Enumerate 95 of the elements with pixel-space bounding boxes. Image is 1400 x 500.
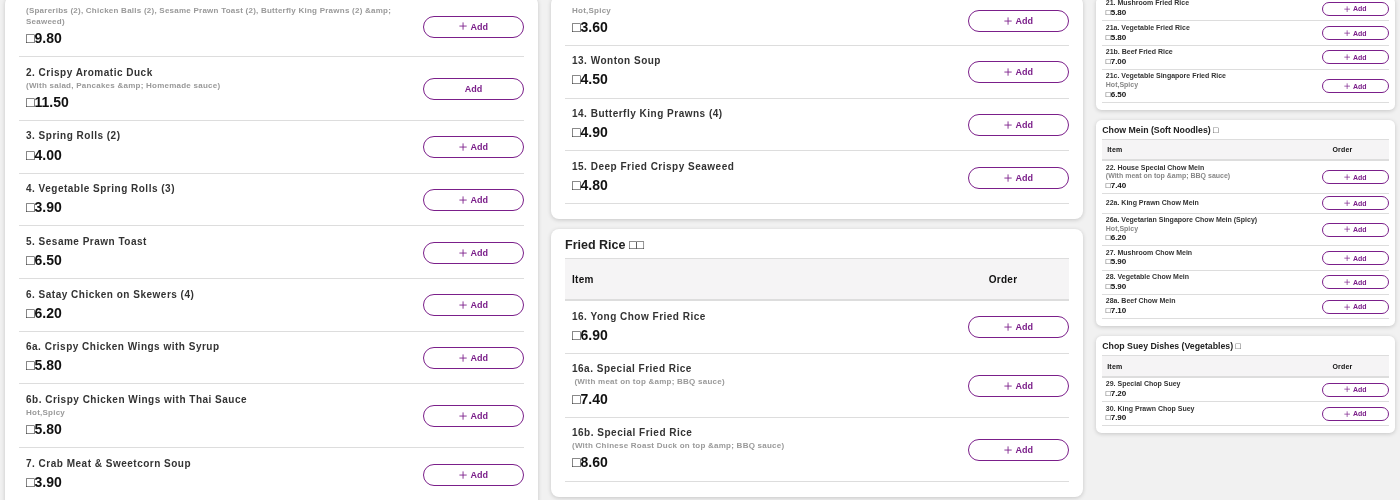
plus-icon — [1344, 303, 1351, 310]
item-price: □3.90 — [26, 472, 63, 492]
item-name: 2. Crispy Aromatic Duck — [26, 65, 154, 80]
plus-icon — [1004, 120, 1013, 129]
item-name: 15. Deep Fried Crispy Seaweed — [572, 159, 735, 174]
plus-icon — [1004, 381, 1013, 390]
item-name: 13. Wonton Soup — [572, 54, 661, 69]
item-price: □4.50 — [572, 70, 609, 90]
item-price: □5.90 — [1105, 257, 1128, 268]
add-button[interactable]: Add — [423, 347, 524, 370]
item-name: 6b. Crispy Chicken Wings with Thai Sauce — [26, 392, 248, 407]
item-name: 7. Crab Meat & Sweetcorn Soup — [26, 456, 192, 471]
item-price: □7.00 — [1105, 56, 1128, 67]
add-button[interactable]: Add — [968, 166, 1069, 189]
plus-icon — [1344, 410, 1351, 418]
item-price: □6.20 — [26, 303, 63, 323]
item-price: □7.10 — [1105, 306, 1128, 317]
item-price: □4.80 — [572, 175, 609, 195]
item-price: □7.40 — [572, 389, 609, 409]
item-price: □5.80 — [1105, 8, 1128, 19]
plus-icon — [1004, 173, 1013, 182]
item-price: □3.90 — [26, 198, 63, 218]
plus-icon — [1344, 200, 1351, 207]
add-button[interactable]: Add — [968, 113, 1069, 136]
add-button[interactable]: Add — [423, 294, 524, 317]
item-name: 16b. Special Fried Rice — [572, 426, 694, 441]
item-description: (With meat on top &amp; BBQ sauce) — [573, 376, 725, 388]
add-button[interactable]: Add — [423, 15, 524, 38]
plus-icon — [459, 353, 468, 363]
item-description: (With salad, Pancakes &amp; Homemade sauce) — [26, 79, 221, 91]
item-price: □5.90 — [1105, 281, 1128, 292]
plus-icon — [459, 22, 468, 31]
plus-icon — [1344, 5, 1351, 12]
column-header: Item — [572, 273, 594, 285]
plus-icon — [1344, 30, 1351, 37]
add-button[interactable]: Add — [968, 61, 1069, 84]
item-name: 5. Sesame Prawn Toast — [26, 234, 147, 249]
add-button[interactable]: Add — [423, 463, 524, 486]
item-price: □11.50 — [26, 92, 70, 112]
item-name: 6. Satay Chicken on Skewers (4) — [26, 287, 195, 302]
item-price: □7.40 — [1105, 180, 1128, 191]
plus-icon — [1344, 174, 1351, 181]
plus-icon — [1004, 68, 1013, 77]
add-button[interactable]: Add — [423, 188, 524, 211]
plus-icon — [1344, 279, 1351, 286]
item-price: □6.90 — [572, 325, 609, 345]
add-button[interactable]: Add — [423, 241, 524, 264]
item-price: □7.90 — [1105, 413, 1128, 424]
plus-icon — [1344, 82, 1351, 90]
item-name: 14. Butterfly King Prawns (4) — [572, 107, 723, 122]
item-price: □4.90 — [572, 123, 609, 143]
plus-icon — [1004, 323, 1013, 332]
add-button[interactable]: Add — [423, 77, 524, 100]
plus-icon — [1344, 254, 1351, 262]
add-button[interactable]: Add — [423, 136, 524, 159]
item-price: □5.80 — [1105, 32, 1128, 43]
item-price: □6.50 — [26, 250, 63, 270]
item-name: 6a. Crispy Chicken Wings with Syrup — [26, 340, 220, 355]
add-button[interactable]: Add — [968, 374, 1069, 397]
add-button[interactable]: Add — [968, 9, 1069, 32]
add-button[interactable]: Add — [968, 316, 1069, 339]
section-title: Chow Mein (Soft Noodles) □ — [1102, 123, 1220, 137]
column-header: Order — [987, 273, 1019, 285]
plus-icon — [1344, 226, 1351, 233]
item-price: □3.60 — [572, 17, 609, 37]
section-title: Chop Suey Dishes (Vegetables) □ — [1102, 340, 1242, 354]
item-description: (With Chinese Roast Duck on top &amp; BBQ sauce) — [572, 440, 785, 452]
plus-icon — [459, 301, 468, 310]
item-price: □6.50 — [1105, 89, 1128, 100]
item-price: □5.80 — [26, 356, 63, 376]
plus-icon — [459, 412, 468, 421]
plus-icon — [1344, 386, 1351, 393]
item-price: □7.20 — [1105, 389, 1128, 400]
plus-icon — [1004, 445, 1013, 454]
add-button[interactable]: Add — [423, 405, 524, 428]
item-price: □6.20 — [1105, 233, 1128, 244]
plus-icon — [459, 195, 468, 204]
section-title: Fried Rice □□ — [565, 236, 645, 254]
item-description: (Spareribs (2), Chicken Balls (2), Sesame Prawn Toast (2), Butterfly King Prawns (2) &amp; Seaweed) — [26, 4, 393, 27]
item-price: □4.00 — [26, 145, 63, 165]
plus-icon — [459, 248, 468, 257]
item-price: □8.60 — [572, 453, 609, 473]
item-description: Hot,Spicy — [26, 406, 67, 419]
item-name: 3. Spring Rolls (2) — [26, 129, 121, 144]
plus-icon — [459, 470, 468, 479]
plus-icon — [1004, 16, 1013, 25]
item-description: Hot,Spicy — [572, 4, 612, 16]
item-price: □9.80 — [26, 28, 63, 48]
item-name: 16. Yong Chow Fried Rice — [572, 309, 706, 324]
item-name: 4. Vegetable Spring Rolls (3) — [26, 182, 175, 197]
item-name: 16a. Special Fried Rice — [572, 362, 693, 377]
plus-icon — [1344, 54, 1351, 61]
add-button[interactable]: Add — [968, 438, 1069, 461]
item-price: □5.80 — [26, 420, 63, 440]
plus-icon — [459, 143, 468, 152]
